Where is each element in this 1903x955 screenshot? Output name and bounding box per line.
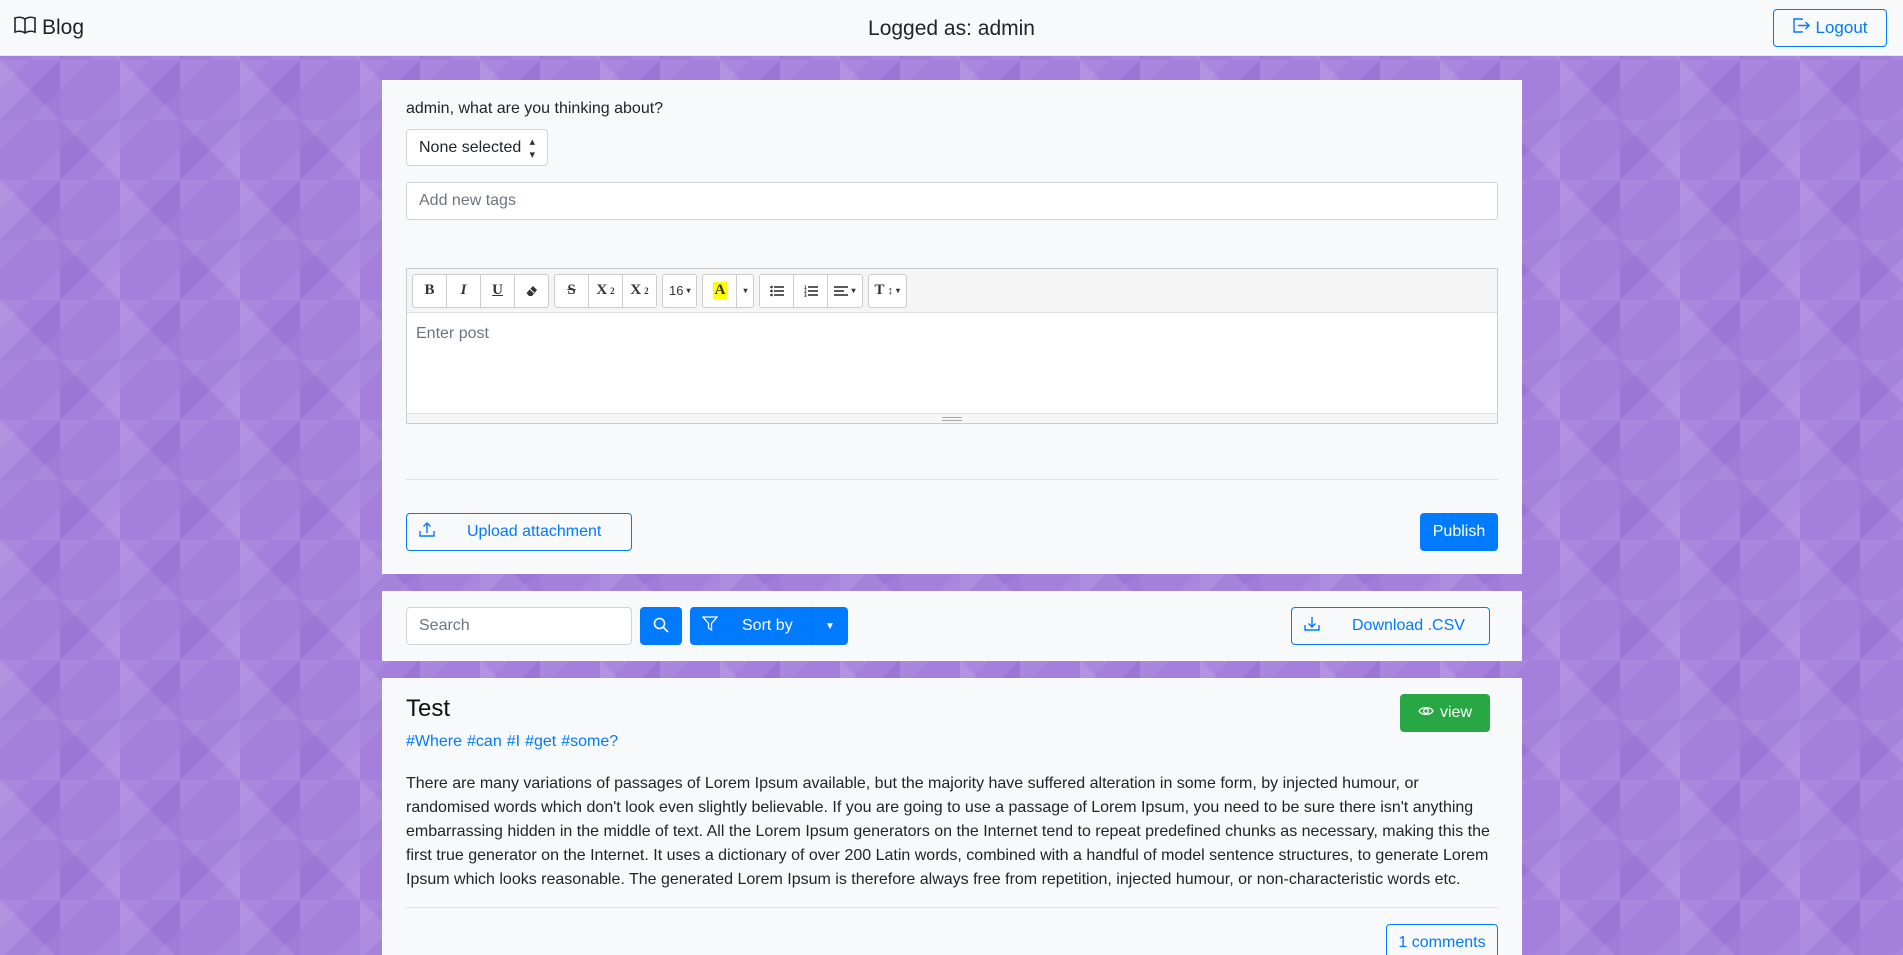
logout-label: Logout xyxy=(1815,18,1868,37)
list-group: 123 ▾ xyxy=(759,273,863,308)
post-title: Test xyxy=(406,695,451,722)
line-height-group: T ↕ ▾ xyxy=(867,273,908,308)
superscript-icon[interactable]: X2 xyxy=(588,273,623,308)
line-height-dropdown[interactable]: T ↕ ▾ xyxy=(867,273,908,308)
search-input[interactable] xyxy=(406,607,632,645)
ordered-list-icon[interactable]: 123 xyxy=(793,273,829,308)
download-csv-button[interactable]: Download .CSV xyxy=(1291,607,1490,645)
strikethrough-icon[interactable]: S xyxy=(554,273,589,308)
compose-prompt: admin, what are you thinking about? xyxy=(406,100,664,117)
post-body: There are many variations of passages of… xyxy=(406,775,1490,888)
style-group: B I U xyxy=(412,273,549,308)
list-toolbar-card: Sort by ▼ Download .CSV xyxy=(382,591,1522,661)
chevron-down-icon: ▾ xyxy=(896,286,901,295)
upload-label: Upload attachment xyxy=(467,523,602,540)
publish-button[interactable]: Publish xyxy=(1420,513,1498,551)
align-dropdown[interactable]: ▾ xyxy=(827,273,863,308)
text-color-icon[interactable]: A xyxy=(702,273,738,308)
font-size-value: 16 xyxy=(669,283,684,298)
search-button[interactable] xyxy=(640,607,682,645)
search-icon xyxy=(653,617,669,636)
editor-toolbar: B I U S X2 X2 16 ▾ A ▾ 1 2 3 ▾ T ↕ ▾ xyxy=(407,269,1497,313)
post-card: Test view #Where #can #I #get #some? The… xyxy=(382,678,1522,955)
editor-body[interactable]: Enter post xyxy=(407,313,1497,413)
script-group: S X2 X2 xyxy=(554,273,657,308)
category-select-value: None selected xyxy=(419,138,522,156)
chevron-down-icon: ▾ xyxy=(743,286,748,295)
chevron-down-icon: ▾ xyxy=(686,286,691,295)
bold-icon[interactable]: B xyxy=(412,273,447,308)
post-editor: B I U S X2 X2 16 ▾ A ▾ 1 2 3 ▾ T ↕ ▾ Ent… xyxy=(406,268,1498,424)
logout-icon xyxy=(1792,18,1810,38)
tag-link[interactable]: #I xyxy=(507,733,520,751)
underline-icon[interactable]: U xyxy=(480,273,515,308)
tag-link[interactable]: #get xyxy=(525,733,556,751)
subscript-icon[interactable]: X2 xyxy=(622,273,657,308)
upload-icon xyxy=(419,522,435,542)
view-post-button[interactable]: view xyxy=(1400,694,1490,732)
select-caret-icon: ▴ ▾ xyxy=(529,135,535,161)
caret-down-icon: ▼ xyxy=(825,620,835,632)
compose-card: admin, what are you thinking about? None… xyxy=(382,80,1522,574)
editor-resize-handle[interactable] xyxy=(407,413,1497,423)
color-group: A ▾ xyxy=(702,273,755,308)
font-size-group: 16 ▾ xyxy=(662,273,698,308)
sort-by-button[interactable]: Sort by ▼ xyxy=(690,607,848,645)
italic-icon[interactable]: I xyxy=(446,273,481,308)
post-tags: #Where #can #I #get #some? xyxy=(406,733,618,751)
download-csv-label: Download .CSV xyxy=(1352,617,1465,634)
upload-attachment-button[interactable]: Upload attachment xyxy=(406,513,632,551)
comments-button[interactable]: 1 comments xyxy=(1386,924,1498,955)
color-dropdown[interactable]: ▾ xyxy=(736,273,755,308)
download-icon xyxy=(1304,616,1320,636)
unordered-list-icon[interactable] xyxy=(759,273,795,308)
svg-text:3: 3 xyxy=(804,293,807,297)
view-label: view xyxy=(1439,704,1472,721)
navbar: Blog Logged as: admin Logout xyxy=(0,0,1903,56)
logout-button[interactable]: Logout xyxy=(1773,9,1887,47)
sort-by-label: Sort by xyxy=(742,617,793,634)
eraser-icon[interactable] xyxy=(514,273,549,308)
post-divider xyxy=(406,907,1498,908)
eye-icon xyxy=(1418,704,1434,722)
category-select[interactable]: None selected ▴ ▾ xyxy=(406,129,548,166)
tag-link[interactable]: #Where xyxy=(406,733,462,751)
tags-input[interactable] xyxy=(406,182,1498,220)
chevron-down-icon: ▾ xyxy=(851,286,856,295)
compose-divider xyxy=(406,479,1498,480)
filter-icon xyxy=(701,616,719,636)
sort-dropdown-toggle[interactable]: ▼ xyxy=(812,607,848,645)
logged-as-text: Logged as: admin xyxy=(868,17,1035,40)
tag-link[interactable]: #some? xyxy=(561,733,618,751)
tag-link[interactable]: #can xyxy=(467,733,502,751)
sort-by-main[interactable]: Sort by xyxy=(690,607,812,645)
font-size-dropdown[interactable]: 16 ▾ xyxy=(662,273,698,308)
